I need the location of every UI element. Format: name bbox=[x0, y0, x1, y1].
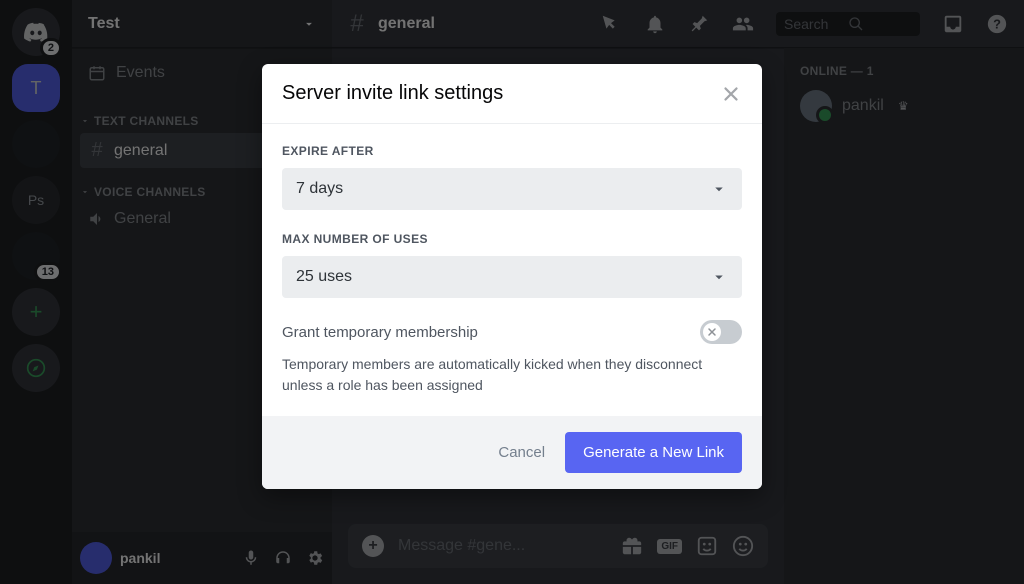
chevron-down-icon bbox=[710, 180, 728, 198]
temporary-membership-label: Grant temporary membership bbox=[282, 324, 478, 341]
close-icon bbox=[720, 83, 742, 105]
max-uses-select[interactable]: 25 uses bbox=[282, 256, 742, 298]
temporary-membership-row: Grant temporary membership bbox=[282, 320, 742, 344]
temporary-membership-toggle[interactable] bbox=[700, 320, 742, 344]
modal-header: Server invite link settings bbox=[262, 64, 762, 124]
expire-after-value: 7 days bbox=[296, 180, 343, 198]
modal-title: Server invite link settings bbox=[282, 82, 503, 105]
invite-settings-modal: Server invite link settings EXPIRE AFTER… bbox=[262, 64, 762, 489]
modal-close-button[interactable] bbox=[720, 83, 742, 105]
toggle-knob bbox=[703, 323, 721, 341]
x-icon bbox=[706, 326, 718, 338]
chevron-down-icon bbox=[710, 268, 728, 286]
expire-after-label: EXPIRE AFTER bbox=[282, 144, 742, 158]
max-uses-label: MAX NUMBER OF USES bbox=[282, 232, 742, 246]
generate-link-button[interactable]: Generate a New Link bbox=[565, 432, 742, 473]
expire-after-select[interactable]: 7 days bbox=[282, 168, 742, 210]
modal-footer: Cancel Generate a New Link bbox=[262, 416, 762, 489]
max-uses-value: 25 uses bbox=[296, 268, 352, 286]
cancel-button[interactable]: Cancel bbox=[498, 444, 545, 461]
modal-backdrop[interactable]: Server invite link settings EXPIRE AFTER… bbox=[0, 0, 1024, 584]
temporary-membership-help: Temporary members are automatically kick… bbox=[282, 354, 742, 396]
modal-body: EXPIRE AFTER 7 days MAX NUMBER OF USES 2… bbox=[262, 124, 762, 416]
